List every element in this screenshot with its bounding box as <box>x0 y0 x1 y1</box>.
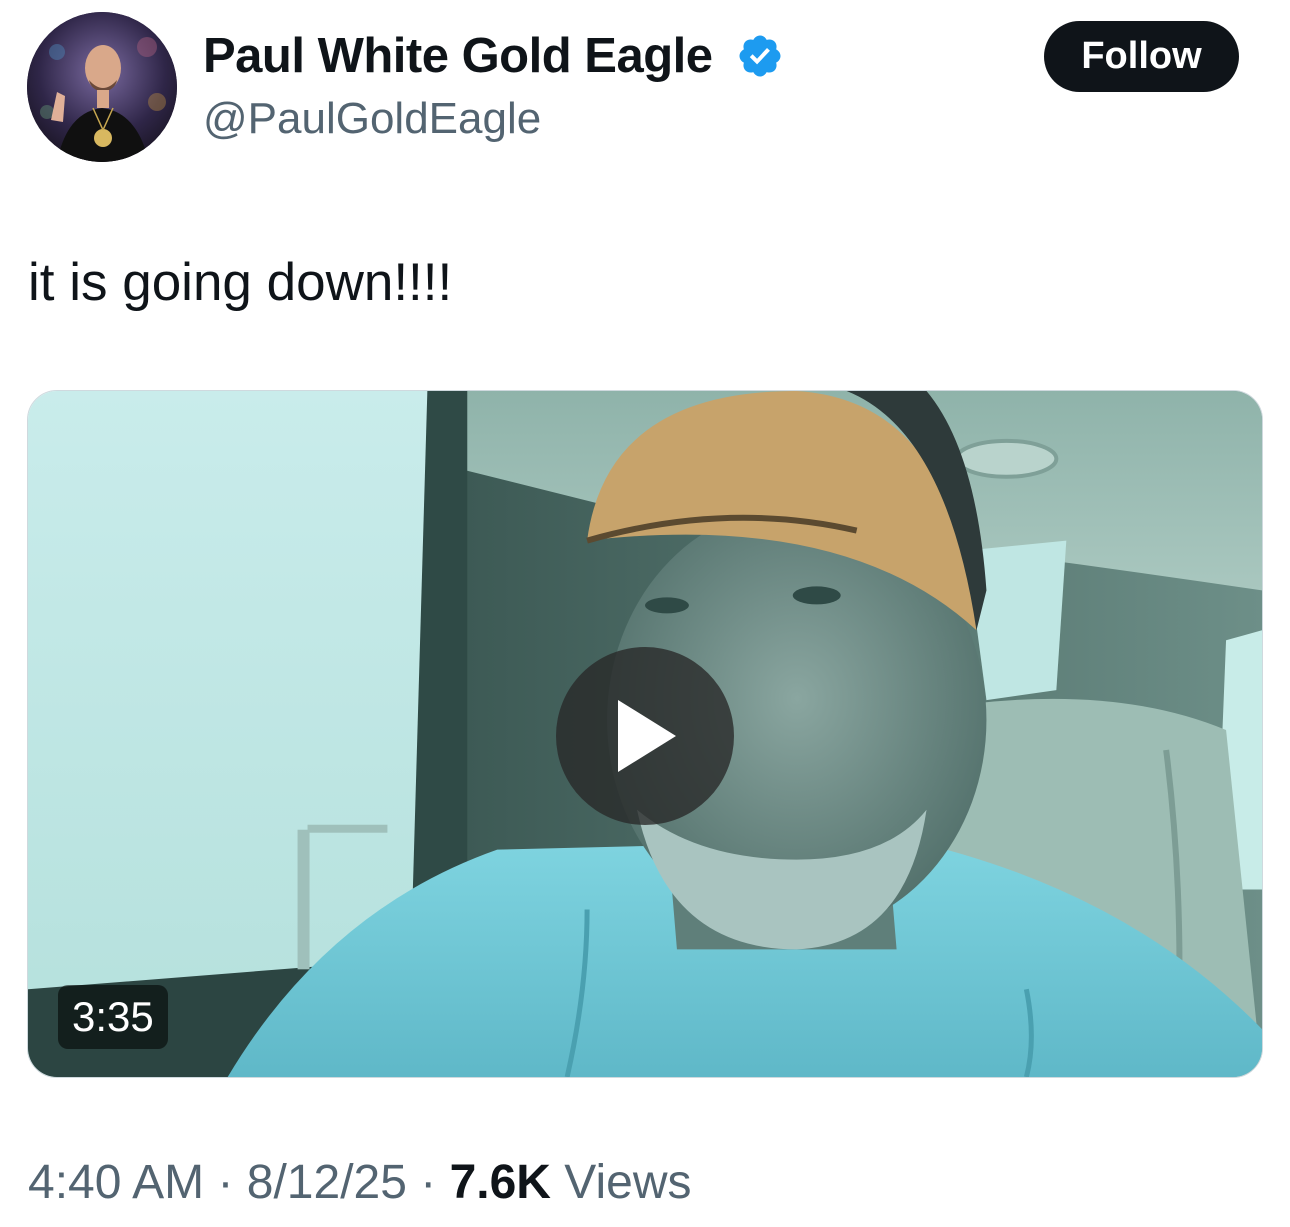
display-name[interactable]: Paul White Gold Eagle <box>203 28 713 84</box>
tweet-date[interactable]: 8/12/25 <box>247 1156 407 1209</box>
views-label: Views <box>550 1156 692 1209</box>
author-handle[interactable]: @PaulGoldEagle <box>203 94 541 144</box>
video-player[interactable]: 3:35 <box>27 390 1263 1078</box>
play-button[interactable] <box>556 647 734 825</box>
video-duration-badge: 3:35 <box>58 985 168 1049</box>
meta-separator: · <box>204 1156 247 1209</box>
verified-badge-icon <box>739 35 781 77</box>
play-icon <box>618 700 676 772</box>
avatar[interactable] <box>27 12 177 162</box>
follow-button[interactable]: Follow <box>1044 21 1239 92</box>
avatar-image <box>27 12 177 162</box>
tweet-metadata: 4:40 AM · 8/12/25 · 7.6K Views <box>28 1155 691 1210</box>
views-count: 7.6K <box>449 1156 551 1209</box>
tweet-time[interactable]: 4:40 AM <box>28 1156 204 1209</box>
tweet-text: it is going down!!!! <box>28 253 453 312</box>
meta-separator: · <box>406 1156 450 1209</box>
